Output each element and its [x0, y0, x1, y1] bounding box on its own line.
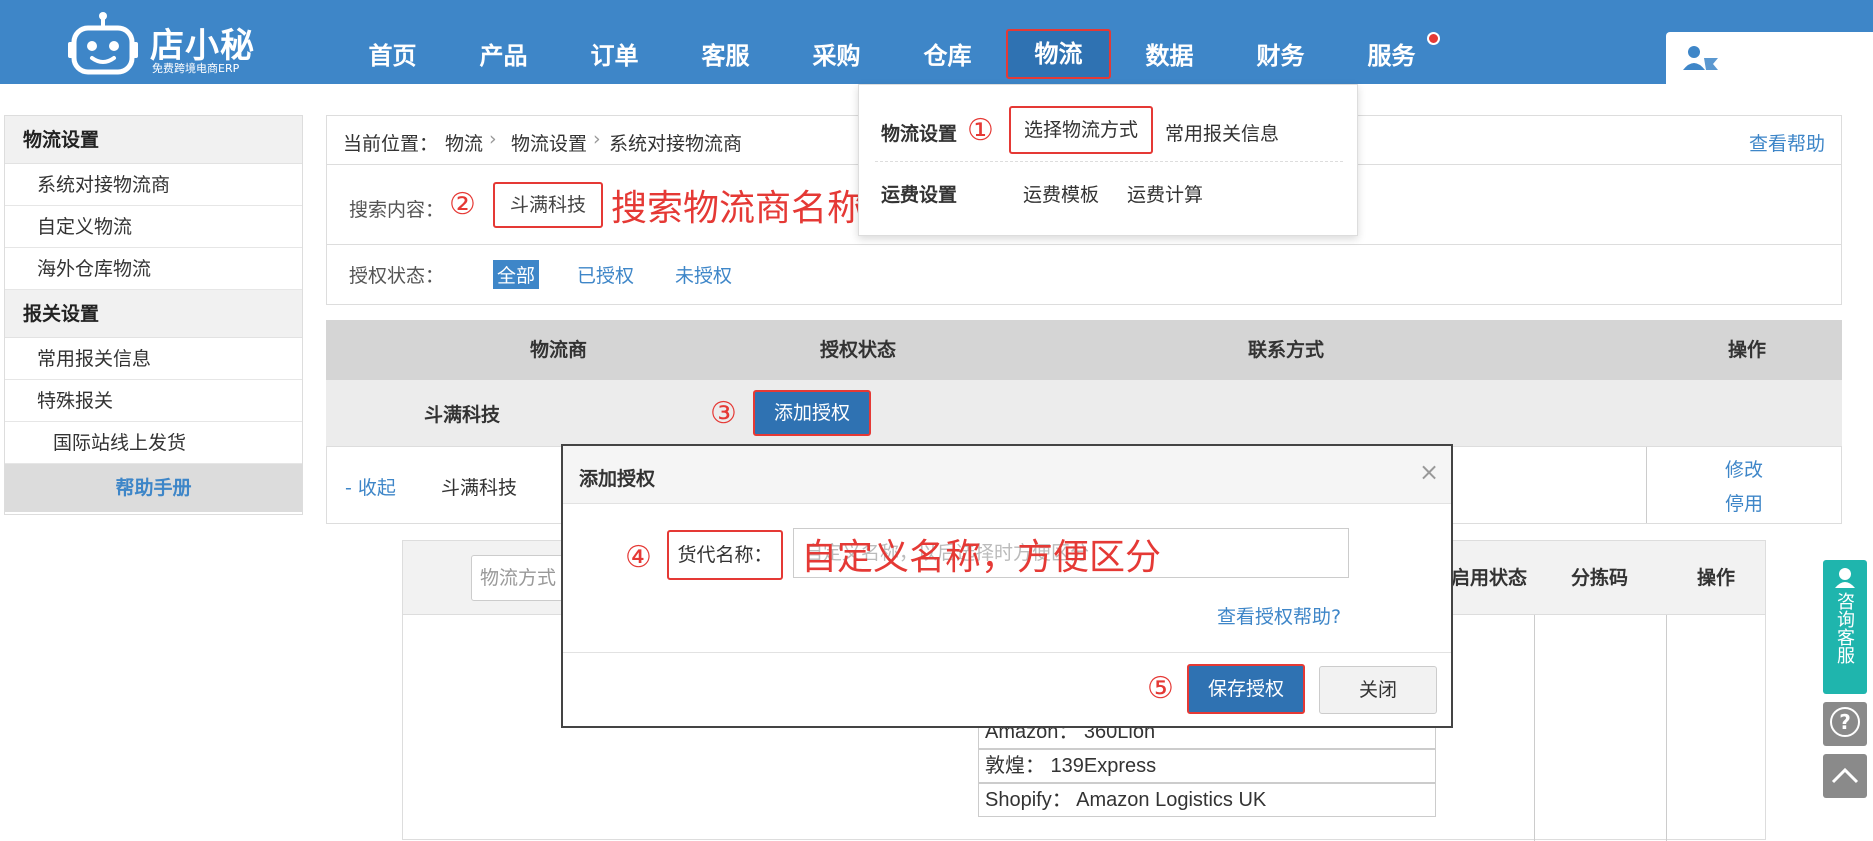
column-header-auth-status: 授权状态	[820, 339, 897, 361]
top-navigation-bar: 店小秘 免费跨境电商ERP 首页 产品 订单 客服 采购 仓库 物流 数据 财务…	[0, 0, 1873, 84]
dialog-title: 添加授权	[579, 468, 656, 490]
breadcrumb-label: 当前位置：	[343, 133, 439, 155]
sidebar-item-common-customs[interactable]: 常用报关信息	[5, 338, 302, 380]
dialog-header: 添加授权 ×	[563, 446, 1451, 504]
breadcrumb-logistics-settings[interactable]: 物流设置	[511, 129, 587, 156]
robot-logo-icon	[68, 12, 138, 75]
nav-warehouse[interactable]: 仓库	[895, 28, 1000, 84]
nav-finance[interactable]: 财务	[1228, 28, 1333, 84]
step-4-marker: ④	[625, 540, 652, 575]
carrier-group-name: 斗满科技	[424, 404, 501, 426]
freight-template-link[interactable]: 运费模板	[1023, 180, 1099, 207]
user-icon	[1683, 46, 1718, 70]
disable-link[interactable]: 停用	[1725, 489, 1763, 516]
user-menu[interactable]	[1666, 32, 1873, 84]
nav-home[interactable]: 首页	[340, 28, 445, 84]
sidebar-item-overseas-warehouse[interactable]: 海外仓库物流	[5, 248, 302, 290]
nav-products[interactable]: 产品	[451, 28, 556, 84]
sidebar-section-customs-settings: 报关设置	[5, 290, 302, 338]
notification-dot	[1427, 32, 1440, 45]
save-authorization-button[interactable]: 保存授权	[1187, 664, 1305, 714]
search-annotation: 搜索物流商名称	[611, 188, 864, 229]
nav-logistics[interactable]: 物流	[1006, 29, 1111, 79]
sidebar-item-custom-logistics[interactable]: 自定义物流	[5, 206, 302, 248]
question-icon: ?	[1830, 707, 1860, 737]
close-dialog-button[interactable]: 关闭	[1319, 666, 1437, 714]
breadcrumb-logistics[interactable]: 物流	[445, 129, 483, 156]
common-customs-link[interactable]: 常用报关信息	[1165, 119, 1279, 146]
contact-dhgate: 敦煌： 139Express	[978, 749, 1436, 783]
logo[interactable]: 店小秘 免费跨境电商ERP	[68, 8, 258, 78]
step-5-marker: ⑤	[1147, 671, 1174, 706]
breadcrumb-separator: ›	[593, 128, 601, 150]
forwarder-name-label: 货代名称：	[667, 530, 783, 580]
carrier-group-row: 斗满科技 ③ 添加授权	[326, 380, 1842, 446]
dropdown-section-logistics: 物流设置	[881, 123, 958, 145]
nav-customer-service[interactable]: 客服	[673, 28, 778, 84]
auth-filter-unauthorized[interactable]: 未授权	[675, 261, 732, 288]
dialog-footer: ⑤ 保存授权 关闭	[563, 652, 1451, 726]
column-divider	[1666, 615, 1667, 841]
sidebar-item-intl-online-shipping[interactable]: 国际站线上发货	[5, 422, 302, 464]
headset-icon	[1835, 568, 1855, 588]
close-icon[interactable]: ×	[1419, 458, 1439, 486]
back-to-top-button[interactable]	[1823, 754, 1867, 798]
auth-filter-authorized[interactable]: 已授权	[577, 261, 634, 288]
dropdown-section-freight: 运费设置	[881, 184, 958, 206]
collapse-toggle[interactable]: - 收起	[345, 473, 396, 500]
column-divider	[1534, 615, 1535, 841]
sidebar-item-special-customs[interactable]: 特殊报关	[5, 380, 302, 422]
nav-data[interactable]: 数据	[1117, 28, 1222, 84]
chevron-up-icon	[1831, 767, 1859, 784]
step-3-marker: ③	[710, 396, 737, 431]
consult-service-button[interactable]: 咨询客服	[1823, 560, 1867, 694]
column-header-sub-actions: 操作	[1697, 567, 1736, 589]
breadcrumb-current: 系统对接物流商	[609, 133, 743, 155]
sidebar-item-system-carriers[interactable]: 系统对接物流商	[5, 164, 302, 206]
column-header-sort-code: 分拣码	[1571, 567, 1629, 589]
dropdown-divider	[875, 161, 1343, 162]
consult-service-label: 咨询客服	[1834, 592, 1855, 664]
auth-help-link[interactable]: 查看授权帮助?	[1217, 602, 1341, 629]
column-header-carrier: 物流商	[530, 339, 588, 361]
freight-calculator-link[interactable]: 运费计算	[1127, 180, 1203, 207]
step-2-marker: ②	[449, 187, 476, 222]
column-header-actions: 操作	[1728, 339, 1767, 361]
contact-shopify: Shopify： Amazon Logistics UK	[978, 783, 1436, 817]
forwarder-name-annotation: 自定义名称，方便区分	[801, 537, 1162, 578]
auth-filter-all[interactable]: 全部	[493, 260, 540, 289]
column-divider	[1646, 447, 1647, 523]
logistics-dropdown-menu: 物流设置 ① 选择物流方式 常用报关信息 运费设置 运费模板 运费计算	[858, 84, 1358, 236]
search-input[interactable]: 斗满科技	[493, 182, 603, 228]
carrier-name: 斗满科技	[441, 477, 518, 499]
step-1-marker: ①	[967, 113, 994, 148]
column-header-enabled: 启用状态	[1451, 567, 1528, 589]
auth-filter-panel: 授权状态： 全部 已授权 未授权	[326, 245, 1842, 305]
search-label: 搜索内容：	[349, 199, 445, 221]
help-manual-link[interactable]: 帮助手册	[5, 464, 302, 512]
add-authorization-dialog: 添加授权 × ④ 货代名称： 自定义名称，以后选择时方便区分 自定义名称，方便区…	[561, 444, 1453, 728]
view-help-link[interactable]: 查看帮助	[1749, 129, 1825, 156]
nav-orders[interactable]: 订单	[562, 28, 667, 84]
edit-link[interactable]: 修改	[1725, 455, 1763, 482]
column-header-contact: 联系方式	[1248, 339, 1325, 361]
add-authorization-button[interactable]: 添加授权	[753, 390, 871, 436]
table-header: 物流商 授权状态 联系方式 操作	[326, 320, 1842, 380]
auth-filter-label: 授权状态：	[349, 265, 445, 287]
help-button[interactable]: ?	[1823, 702, 1867, 746]
brand-slogan: 免费跨境电商ERP	[152, 62, 240, 75]
breadcrumb-separator: ›	[489, 128, 497, 150]
sidebar-section-logistics-settings: 物流设置	[5, 116, 302, 164]
select-shipping-method-link[interactable]: 选择物流方式	[1009, 106, 1153, 154]
nav-purchasing[interactable]: 采购	[784, 28, 889, 84]
sidebar: 物流设置 系统对接物流商 自定义物流 海外仓库物流 报关设置 常用报关信息 特殊…	[4, 115, 303, 515]
